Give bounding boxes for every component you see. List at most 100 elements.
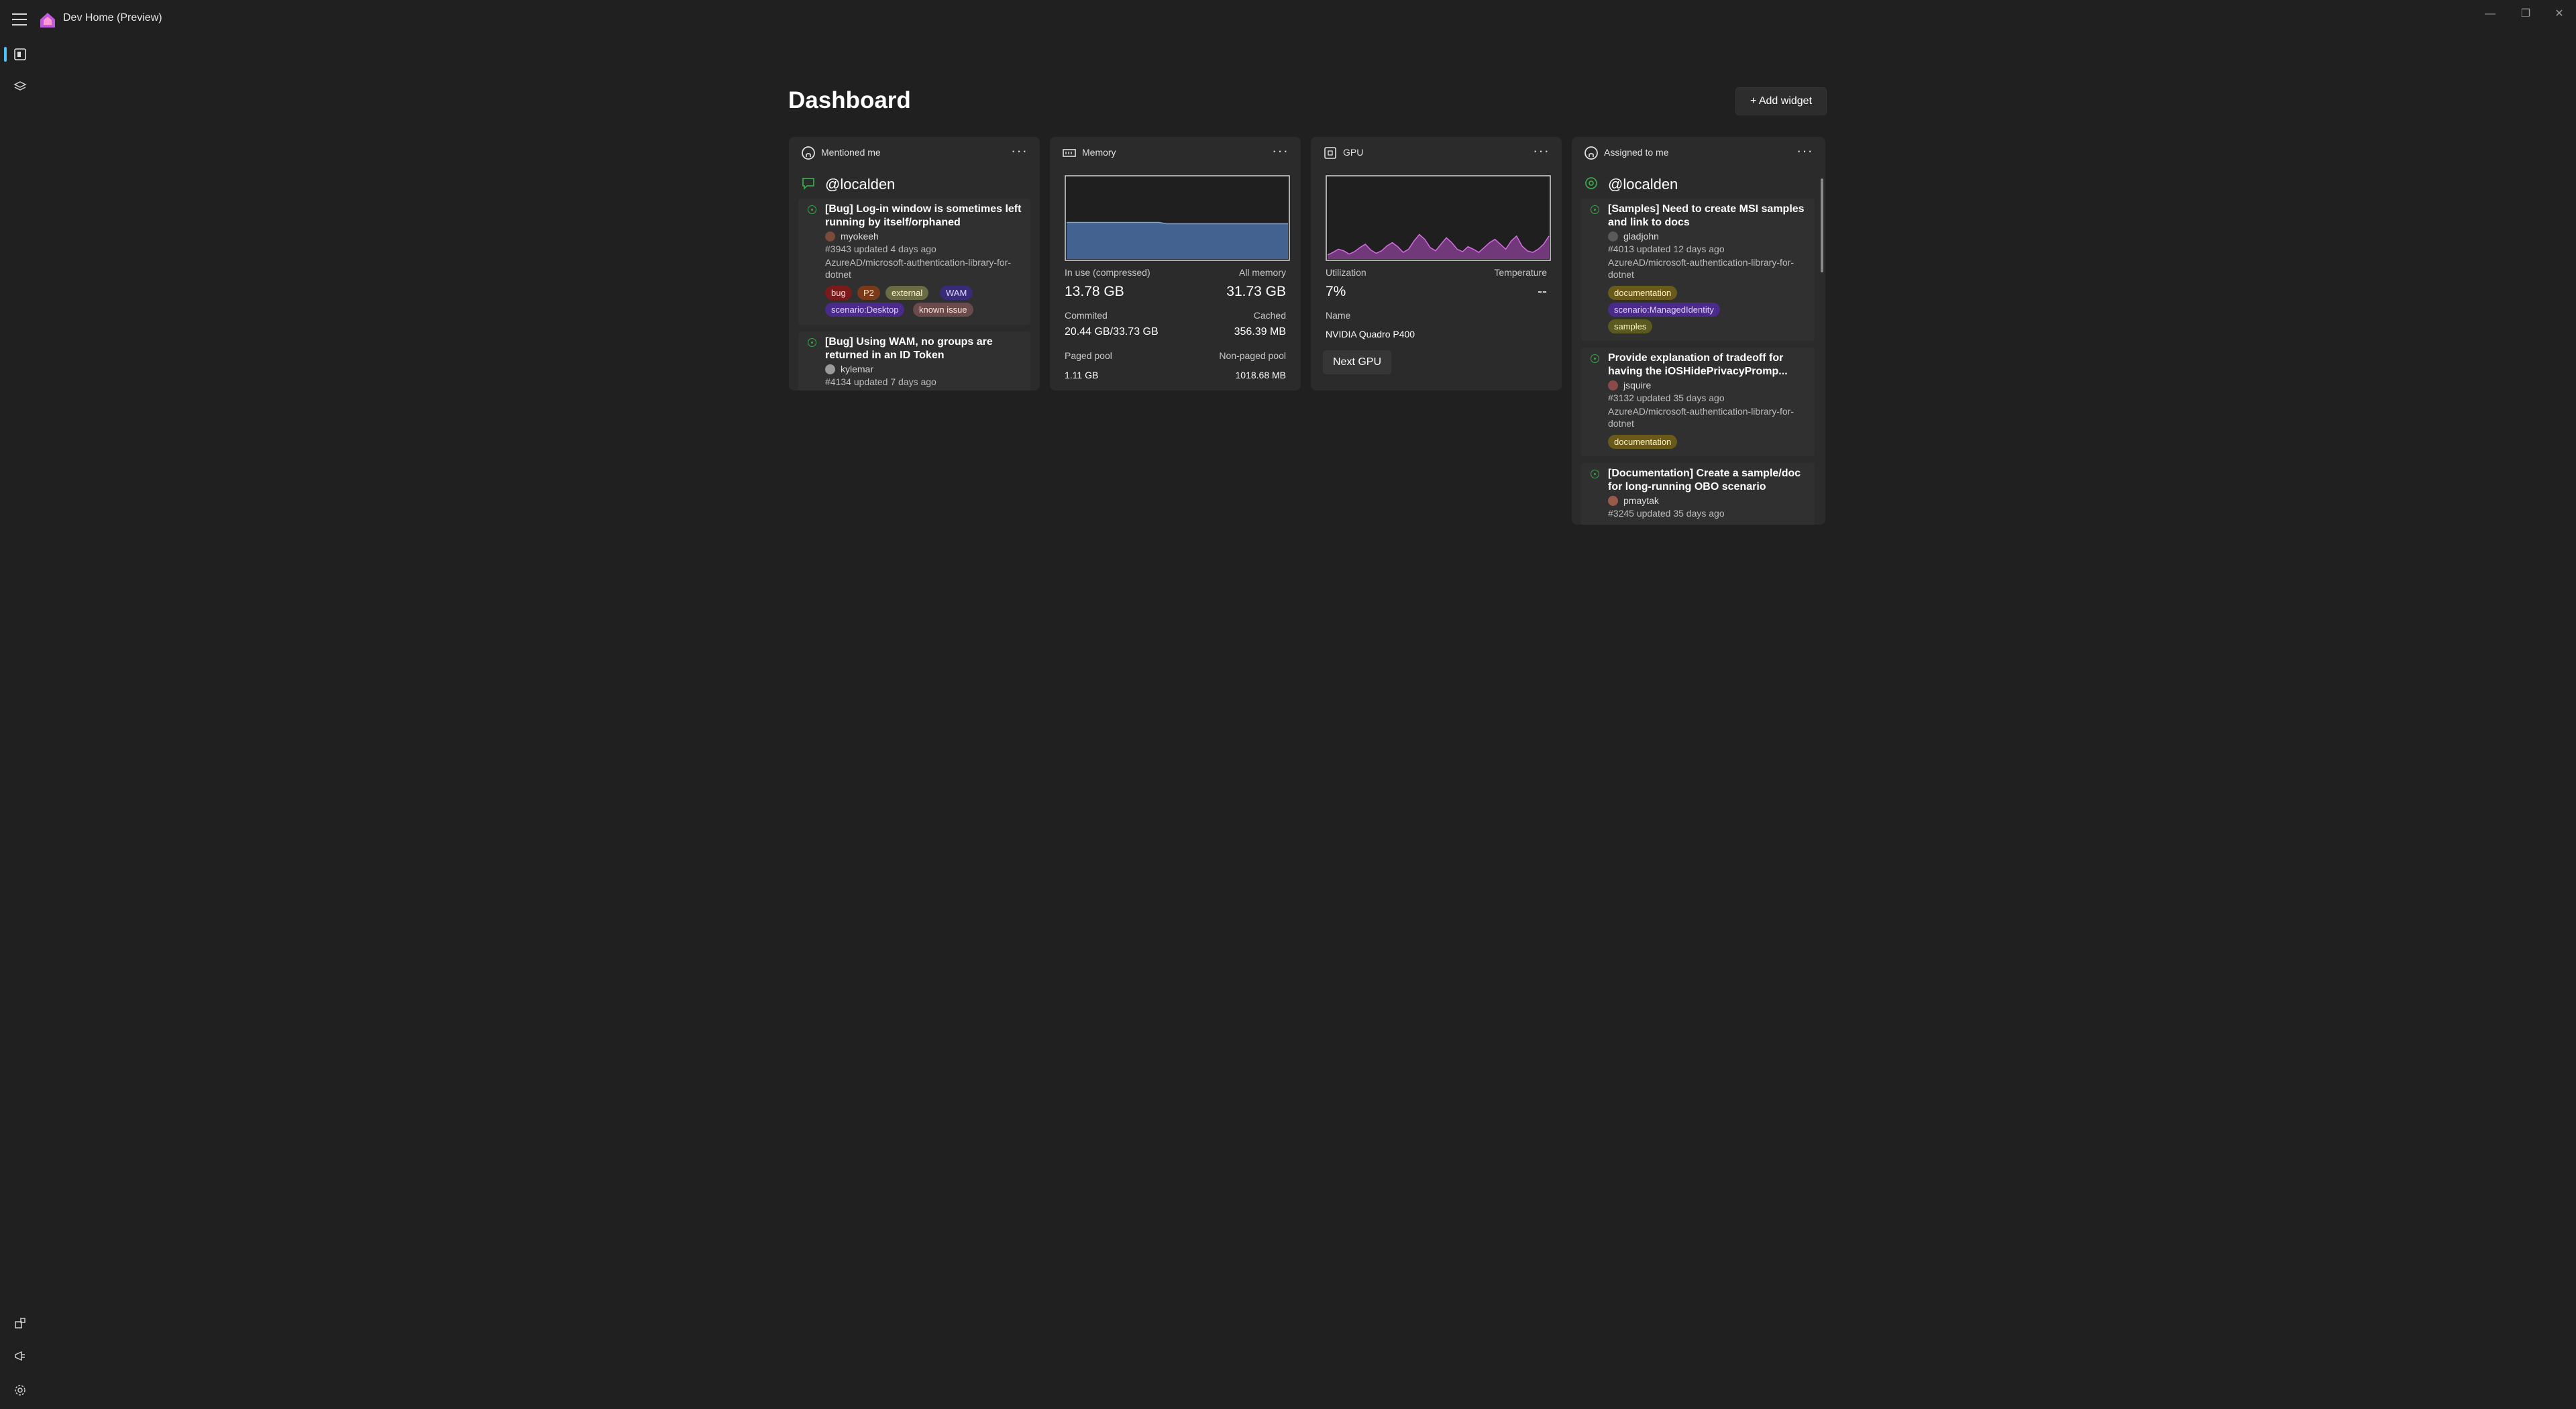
- issue-open-icon: [1591, 205, 1599, 214]
- account-handle: @localden: [1608, 176, 1678, 193]
- label-badge: scenario:ManagedIdentity: [1608, 303, 1720, 317]
- widget-title: Memory: [1082, 147, 1116, 158]
- widget-more-button[interactable]: ···: [1011, 142, 1028, 160]
- in-use-label: In use (compressed): [1065, 267, 1150, 278]
- gpu-name-value: NVIDIA Quadro P400: [1326, 329, 1415, 340]
- label-badge: samples: [1608, 319, 1653, 333]
- widget-header: Assigned to me ···: [1572, 137, 1825, 169]
- hamburger-menu-icon[interactable]: [12, 13, 27, 25]
- issue-open-icon: [808, 338, 816, 347]
- widget-more-button[interactable]: ···: [1796, 142, 1813, 160]
- widget-header: Mentioned me ···: [789, 137, 1040, 169]
- widget-assigned-to-me: Assigned to me ··· @localden [Samples] N…: [1572, 137, 1825, 525]
- issue-repo: AzureAD/microsoft-authentication-library…: [825, 257, 1011, 280]
- github-icon: [801, 146, 816, 160]
- non-paged-pool-label: Non-paged pool: [1219, 350, 1286, 361]
- issue-title[interactable]: Provide explanation of tradeoff for havi…: [1608, 352, 1809, 378]
- widget-title: GPU: [1343, 147, 1364, 158]
- paged-pool-label: Paged pool: [1065, 350, 1112, 361]
- list-item[interactable]: [Samples] Need to create MSI samples and…: [1581, 199, 1815, 341]
- at-mention-icon: [1584, 176, 1599, 194]
- label-badge: P2: [857, 286, 880, 300]
- label-badge: WAM: [940, 286, 973, 300]
- avatar: [1608, 495, 1618, 506]
- temperature-value: --: [1538, 284, 1547, 299]
- label-badge: bug: [825, 286, 852, 300]
- next-gpu-button[interactable]: Next GPU: [1323, 350, 1391, 374]
- label-badge: scenario:Desktop: [825, 303, 905, 317]
- label-badge: known issue: [913, 303, 973, 317]
- memory-usage-chart: [1065, 175, 1290, 261]
- list-item[interactable]: [Bug] Log-in window is sometimes left ru…: [798, 199, 1030, 325]
- label-badge: documentation: [1608, 286, 1678, 300]
- avatar: [825, 231, 835, 242]
- maximize-button[interactable]: ❐: [2518, 7, 2534, 21]
- author-name: pmaytak: [1623, 495, 1659, 506]
- issue-title[interactable]: [Samples] Need to create MSI samples and…: [1608, 203, 1809, 229]
- issue-title[interactable]: [Documentation] Create a sample/doc for …: [1608, 467, 1809, 494]
- nav-selection-indicator: [4, 47, 7, 62]
- widget-title: Assigned to me: [1604, 147, 1669, 158]
- list-item[interactable]: [Bug] Using WAM, no groups are returned …: [798, 331, 1030, 390]
- nav-settings-gear-icon[interactable]: [9, 1379, 31, 1401]
- nav-extensions-icon[interactable]: [9, 1312, 31, 1334]
- author-name: kylemar: [841, 364, 874, 374]
- author-name: myokeeh: [841, 231, 879, 242]
- issue-meta: #3245 updated 35 days ago: [1608, 508, 1725, 519]
- close-button[interactable]: ✕: [2551, 7, 2567, 21]
- issue-author: myokeeh: [825, 231, 879, 242]
- avatar: [1608, 380, 1618, 390]
- widget-title: Mentioned me: [821, 147, 881, 158]
- nav-dashboard-icon[interactable]: [9, 44, 31, 65]
- gpu-icon: [1323, 146, 1338, 160]
- widget-memory: Memory ··· In use (compressed) All memor…: [1050, 137, 1301, 390]
- list-item[interactable]: Provide explanation of tradeoff for havi…: [1581, 348, 1815, 456]
- widget-header: GPU ···: [1311, 137, 1562, 169]
- github-icon: [1584, 146, 1599, 160]
- issue-title[interactable]: [Bug] Log-in window is sometimes left ru…: [825, 203, 1025, 229]
- avatar: [825, 364, 835, 374]
- avatar: [1608, 231, 1618, 242]
- scrollbar[interactable]: [1821, 178, 1823, 272]
- all-memory-value: 31.73 GB: [1226, 284, 1286, 299]
- committed-label: Commited: [1065, 310, 1108, 321]
- widget-header: Memory ···: [1050, 137, 1301, 169]
- issue-meta: #3132 updated 35 days ago: [1608, 393, 1725, 403]
- author-name: gladjohn: [1623, 231, 1659, 242]
- issue-open-icon: [1591, 354, 1599, 363]
- nav-machine-config-icon[interactable]: [9, 76, 31, 98]
- issue-repo: AzureAD/microsoft-authentication-library…: [1608, 406, 1794, 429]
- nav-feedback-icon[interactable]: [9, 1346, 31, 1367]
- issue-title[interactable]: [Bug] Using WAM, no groups are returned …: [825, 335, 1025, 362]
- label-badge: external: [885, 286, 929, 300]
- all-memory-label: All memory: [1238, 267, 1286, 278]
- issue-meta: #3943 updated 4 days ago: [825, 244, 936, 254]
- minimize-button[interactable]: —: [2482, 7, 2498, 21]
- dev-home-logo-icon: [39, 11, 56, 29]
- committed-value: 20.44 GB/33.73 GB: [1065, 326, 1159, 337]
- issue-author: gladjohn: [1608, 231, 1659, 242]
- issue-repo: AzureAD/microsoft-authentication-library…: [1608, 257, 1794, 280]
- issue-author: pmaytak: [1608, 495, 1659, 506]
- issue-author: kylemar: [825, 364, 873, 374]
- non-paged-pool-value: 1018.68 MB: [1235, 370, 1287, 380]
- widget-gpu: GPU ··· Utilization Temperature 7% -- Na…: [1311, 137, 1562, 390]
- widget-mentioned-me: Mentioned me ··· @localden [Bug] Log-in …: [789, 137, 1040, 390]
- add-widget-button[interactable]: + Add widget: [1735, 87, 1827, 115]
- in-use-value: 13.78 GB: [1065, 284, 1124, 299]
- widget-more-button[interactable]: ···: [1533, 142, 1550, 160]
- issue-open-icon: [808, 205, 816, 214]
- app-title: Dev Home (Preview): [63, 12, 162, 23]
- temperature-label: Temperature: [1494, 267, 1547, 278]
- cached-value: 356.39 MB: [1234, 326, 1286, 337]
- label-badge: documentation: [1608, 435, 1678, 449]
- utilization-value: 7%: [1326, 284, 1346, 299]
- page-title: Dashboard: [788, 87, 911, 113]
- memory-usage-area: [1067, 222, 1288, 259]
- title-bar: Dev Home (Preview) — ❐ ✕: [0, 0, 2576, 40]
- list-item[interactable]: [Documentation] Create a sample/doc for …: [1581, 463, 1815, 525]
- issue-author: jsquire: [1608, 380, 1651, 390]
- widget-more-button[interactable]: ···: [1272, 142, 1289, 160]
- author-name: jsquire: [1623, 380, 1652, 390]
- gpu-utilization-chart: [1326, 175, 1551, 261]
